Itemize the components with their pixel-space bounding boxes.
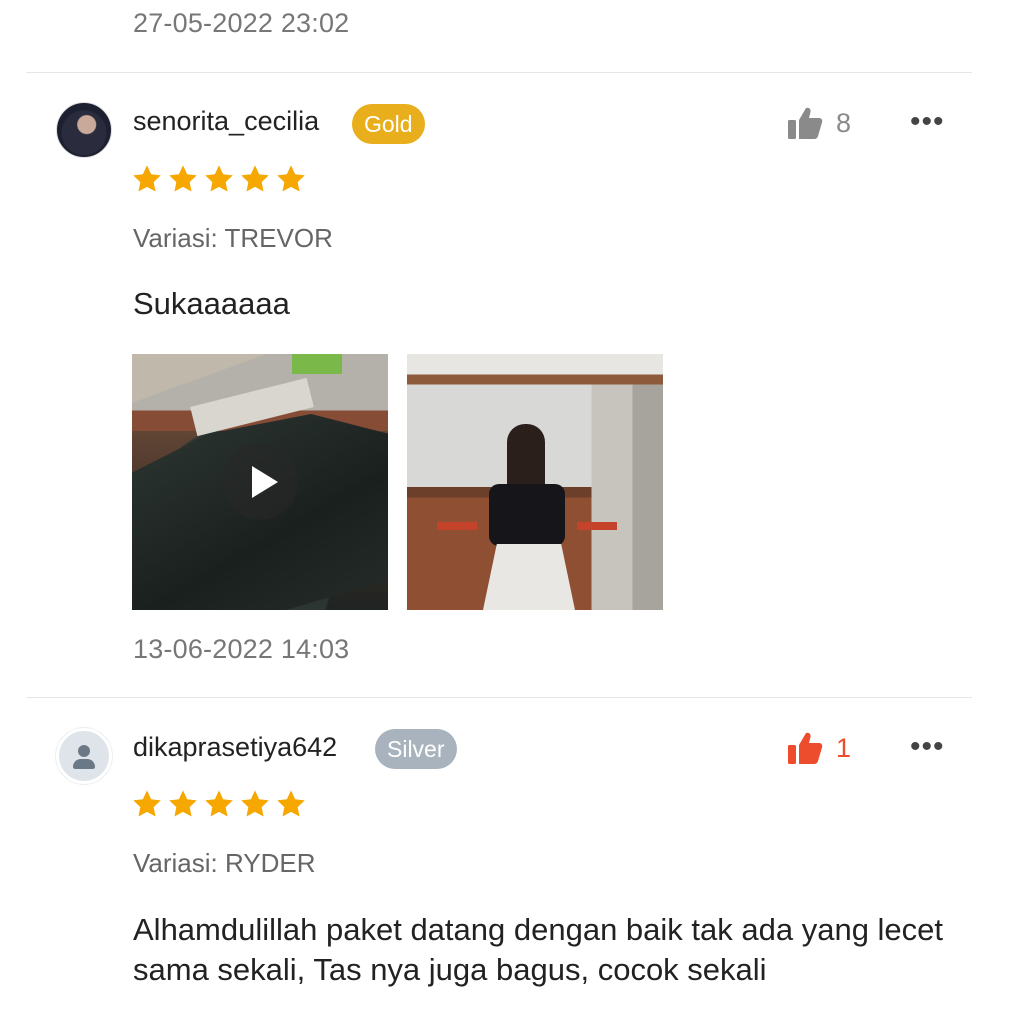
member-badge: Gold [352, 104, 425, 144]
review-username[interactable]: senorita_cecilia [133, 106, 319, 137]
like-button[interactable]: 1 [787, 728, 851, 768]
star-icon [167, 788, 199, 820]
more-icon[interactable]: ••• [910, 107, 945, 137]
previous-review-timestamp: 27-05-2022 23:02 [133, 8, 350, 38]
star-icon [239, 788, 271, 820]
review-video-thumbnail[interactable] [132, 354, 388, 610]
star-icon [167, 163, 199, 195]
star-icon [203, 163, 235, 195]
like-count: 8 [836, 107, 852, 138]
member-badge: Silver [375, 729, 457, 769]
product-reviews-page: 27-05-2022 23:02 senorita_cecilia Gold 8… [0, 0, 1024, 1024]
star-icon [131, 788, 163, 820]
variant-label: Variasi: TREVOR [133, 223, 333, 253]
review-comment: Alhamdulillah paket datang dengan baik t… [133, 912, 944, 987]
star-icon [239, 163, 271, 195]
avatar[interactable] [56, 728, 112, 784]
play-icon[interactable] [222, 444, 298, 520]
star-icon [131, 163, 163, 195]
thumbs-up-icon [787, 106, 823, 140]
review-username[interactable]: dikaprasetiya642 [133, 732, 337, 763]
avatar[interactable] [56, 102, 112, 158]
more-icon[interactable]: ••• [910, 732, 945, 762]
variant-label: Variasi: RYDER [133, 848, 316, 878]
user-icon [78, 745, 90, 757]
star-rating [131, 163, 307, 195]
review-photo-thumbnail[interactable] [407, 354, 663, 610]
star-rating [131, 788, 307, 820]
review-divider [26, 697, 972, 698]
star-icon [275, 163, 307, 195]
review-divider [26, 72, 972, 73]
review-timestamp: 13-06-2022 14:03 [133, 634, 350, 664]
star-icon [275, 788, 307, 820]
star-icon [203, 788, 235, 820]
review-comment: Sukaaaaaa [133, 286, 290, 321]
thumbs-up-icon [787, 731, 823, 765]
like-button[interactable]: 8 [787, 103, 851, 143]
like-count: 1 [836, 732, 852, 763]
